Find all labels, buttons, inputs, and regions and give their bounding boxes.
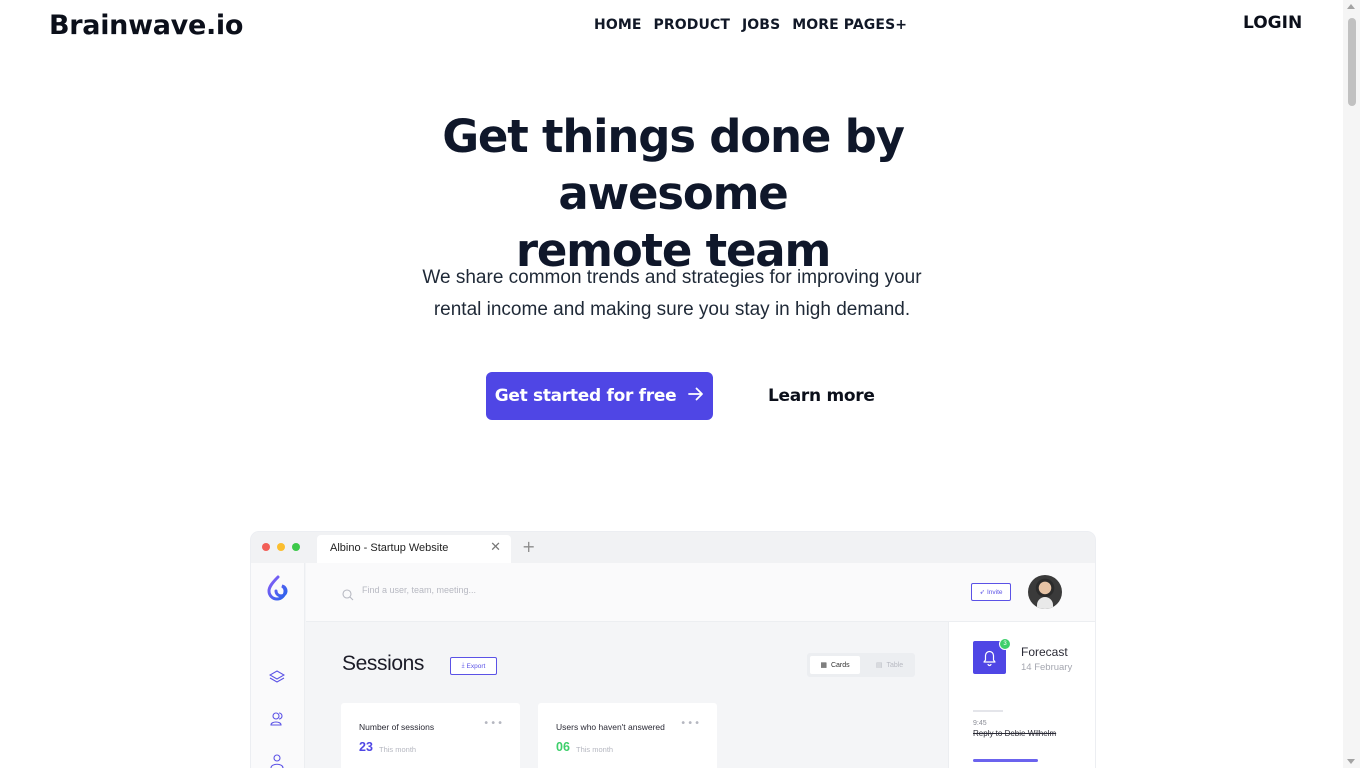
more-icon: •••: [680, 718, 701, 729]
download-icon: ⤓: [461, 662, 465, 669]
hero-title: Get things done by awesome remote team: [360, 108, 986, 279]
task-text: Reply to Debie Wilhelm: [973, 729, 1057, 738]
window-close-dot: [262, 543, 270, 551]
cards-view-option: ▦ Cards: [810, 656, 860, 674]
table-icon: ▤: [875, 662, 883, 669]
nav-more-pages-link[interactable]: MORE PAGES+: [792, 17, 907, 33]
forecast-date: 14 February: [1021, 662, 1073, 673]
hero-subtitle: We share common trends and strategies fo…: [380, 262, 964, 326]
stat-card-note: This month: [576, 745, 614, 754]
dashboard-screenshot: Albino - Startup Website ✕ + Find a user…: [251, 532, 1095, 768]
login-link[interactable]: LOGIN: [1243, 13, 1302, 33]
table-view-option: ▤ Table: [867, 656, 912, 674]
divider: [973, 710, 1003, 712]
sessions-panel: Sessions ⤓ Export ▦ Cards ▤ Table Number…: [306, 622, 948, 768]
brand-logo[interactable]: Brainwave.io: [49, 10, 243, 41]
cards-label: Cards: [830, 661, 850, 669]
get-started-button[interactable]: Get started for free: [486, 372, 713, 420]
browser-tab-title: Albino - Startup Website: [330, 542, 449, 554]
arrow-right-icon: [688, 387, 704, 405]
scroll-up-icon[interactable]: [1347, 4, 1355, 9]
nav-jobs-link[interactable]: JOBS: [742, 17, 780, 33]
invite-button: ➶ Invite: [971, 583, 1011, 601]
window-maximize-dot: [292, 543, 300, 551]
page-scrollbar[interactable]: [1343, 0, 1360, 768]
main-nav: HOME PRODUCT JOBS MORE PAGES+: [594, 17, 907, 33]
search-input: Find a user, team, meeting...: [362, 585, 477, 595]
app-topbar: Find a user, team, meeting... ➶ Invite: [306, 563, 1095, 622]
window-minimize-dot: [277, 543, 285, 551]
app-logo-icon: [266, 575, 288, 605]
nav-product-link[interactable]: PRODUCT: [654, 17, 730, 33]
stat-card-value: 06: [556, 740, 570, 754]
export-label: Export: [466, 662, 486, 670]
learn-more-link[interactable]: Learn more: [768, 386, 875, 406]
avatar: [1028, 575, 1062, 609]
close-icon: ✕: [490, 540, 501, 555]
stat-card-note: This month: [379, 745, 417, 754]
layers-icon: [268, 669, 286, 688]
view-toggle: ▦ Cards ▤ Table: [807, 653, 915, 677]
scroll-down-icon[interactable]: [1347, 759, 1355, 764]
table-label: Table: [886, 661, 904, 669]
forecast-panel: 3 Forecast 14 February 9:45 Reply to Deb…: [948, 622, 1095, 768]
new-tab-icon: +: [522, 537, 536, 556]
task-time: 9:45: [973, 720, 987, 727]
invite-label: Invite: [986, 588, 1003, 596]
progress-indicator: [973, 759, 1038, 762]
hero-title-line-1: Get things done by awesome: [442, 110, 905, 220]
app-sidebar: [251, 563, 305, 768]
sessions-title: Sessions: [342, 652, 425, 675]
users-icon: [269, 711, 285, 731]
send-icon: ➶: [979, 589, 985, 596]
export-button: ⤓ Export: [450, 657, 497, 675]
search-icon: [342, 586, 354, 605]
notification-badge: 3: [999, 638, 1011, 650]
more-icon: •••: [483, 718, 504, 729]
stat-card: Users who haven't answered ••• 06 This m…: [538, 703, 717, 768]
hero-subtitle-line-1: We share common trends and strategies fo…: [422, 267, 922, 288]
get-started-label: Get started for free: [494, 386, 677, 406]
stat-card-title: Number of sessions: [359, 722, 435, 732]
grid-icon: ▦: [820, 662, 827, 669]
stat-card-title: Users who haven't answered: [556, 722, 665, 732]
user-icon: [269, 753, 285, 768]
stat-card: Number of sessions ••• 23 This month: [341, 703, 520, 768]
scroll-thumb[interactable]: [1348, 18, 1356, 106]
nav-home-link[interactable]: HOME: [594, 17, 642, 33]
browser-tab-bar: Albino - Startup Website ✕ +: [251, 532, 1095, 563]
stat-card-value: 23: [359, 740, 373, 754]
browser-tab: Albino - Startup Website ✕: [317, 535, 511, 563]
hero-subtitle-line-2: rental income and making sure you stay i…: [433, 299, 911, 320]
forecast-title: Forecast: [1021, 645, 1068, 659]
